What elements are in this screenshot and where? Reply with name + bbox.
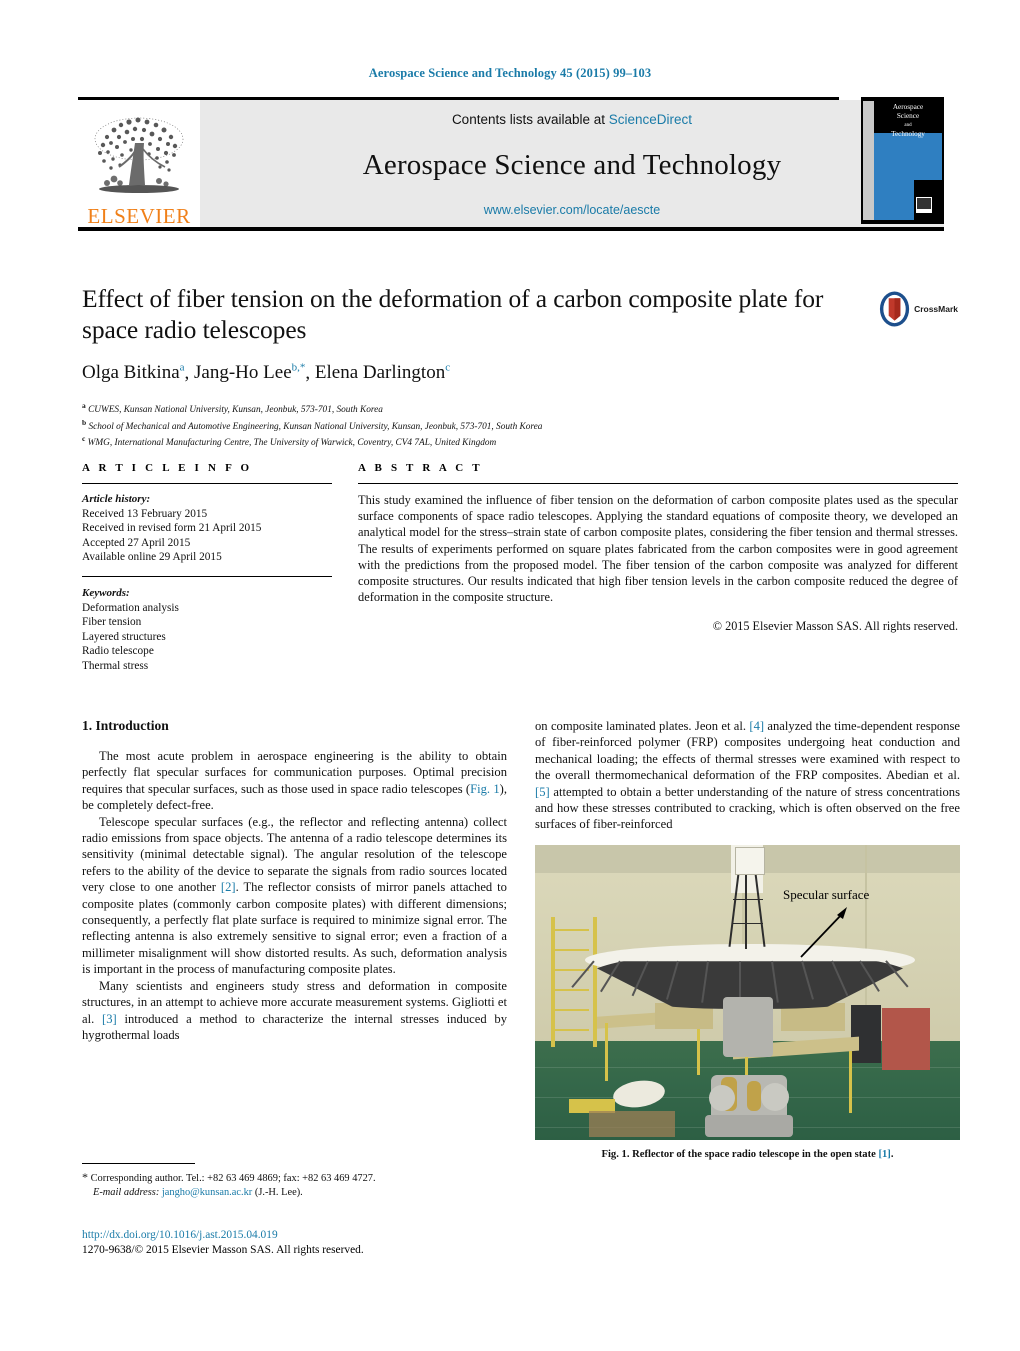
email-link[interactable]: jangho@kunsan.ac.kr xyxy=(162,1187,252,1198)
keyword-item: Layered structures xyxy=(82,630,166,643)
inline-reference-link[interactable]: [3] xyxy=(102,1012,117,1026)
doi-block: http://dx.doi.org/10.1016/j.ast.2015.04.… xyxy=(82,1228,512,1257)
history-item: Received 13 February 2015 xyxy=(82,507,208,520)
keywords-label: Keywords: xyxy=(82,586,130,599)
journal-cover-thumbnail: Aerospace Science and Technology xyxy=(861,97,944,224)
crossmark-icon xyxy=(879,291,910,327)
elsevier-logo: ELSEVIER xyxy=(78,100,200,227)
issn-copyright-line: 1270-9638/© 2015 Elsevier Masson SAS. Al… xyxy=(82,1243,364,1256)
affiliation-list: a CUWES, Kunsan National University, Kun… xyxy=(82,400,872,450)
page-title: Effect of fiber tension on the deformati… xyxy=(82,284,824,344)
body-columns: 1. Introduction The most acute problem i… xyxy=(82,718,960,1160)
body-left-column: 1. Introduction The most acute problem i… xyxy=(82,718,507,1160)
keyword-item: Radio telescope xyxy=(82,645,154,658)
affiliation-b: b School of Mechanical and Automotive En… xyxy=(82,417,543,432)
email-label: E-mail address: xyxy=(93,1186,160,1198)
feed-horn xyxy=(735,846,765,875)
paragraph: The most acute problem in aerospace engi… xyxy=(82,749,507,813)
article-history-block: Article history: Received 13 February 20… xyxy=(82,492,332,565)
footnote-text: * Corresponding author. Tel.: +82 63 469… xyxy=(82,1170,507,1199)
cover-title-line2: Science xyxy=(896,112,920,120)
footnote-line1: Corresponding author. Tel.: +82 63 469 4… xyxy=(90,1173,376,1184)
history-item: Available online 29 April 2015 xyxy=(82,551,222,564)
abstract-text: This study examined the influence of fib… xyxy=(358,493,958,605)
cover-title-line3: and xyxy=(904,123,912,128)
figure-1: Specular surface Fig. 1. Reflector of th… xyxy=(535,844,960,1160)
paragraph: Many scientists and engineers study stre… xyxy=(82,978,507,1042)
figure-annotation-label: Specular surface xyxy=(783,886,870,902)
article-history-label: Article history: xyxy=(82,493,151,505)
body-right-column: on composite laminated plates. Jeon et a… xyxy=(535,718,960,1160)
annotation-arrow-icon xyxy=(800,906,847,958)
abstract-column: A B S T R A C T This study examined the … xyxy=(358,462,958,674)
cover-title-line4: Technology xyxy=(891,130,925,138)
doi-link[interactable]: http://dx.doi.org/10.1016/j.ast.2015.04.… xyxy=(82,1228,512,1243)
elsevier-wordmark: ELSEVIER xyxy=(87,204,191,228)
running-head: Aerospace Science and Technology 45 (201… xyxy=(368,66,652,80)
sciencedirect-link[interactable]: ScienceDirect xyxy=(609,112,692,127)
keyword-item: Fiber tension xyxy=(82,616,142,629)
contents-prefix: Contents lists available at xyxy=(451,112,609,127)
keywords-block: Keywords: Deformation analysis Fiber ten… xyxy=(82,586,332,674)
author-list: Olga Bitkinaa, Jang-Ho Leeb,*, Elena Dar… xyxy=(82,362,451,384)
inline-reference-link[interactable]: Fig. 1 xyxy=(470,782,500,796)
masthead-bottom-rule xyxy=(78,227,944,231)
footnote-rule xyxy=(82,1163,195,1164)
inline-reference-link[interactable]: [4] xyxy=(749,719,764,733)
abstract-copyright: © 2015 Elsevier Masson SAS. All rights r… xyxy=(712,619,958,634)
paper-page: Aerospace Science and Technology 45 (201… xyxy=(0,0,1020,1351)
journal-url-link[interactable]: www.elsevier.com/locate/aescte xyxy=(484,203,660,217)
affiliation-c: c WMG, International Manufacturing Centr… xyxy=(82,434,497,449)
author-3-affil-marker: c xyxy=(445,362,451,374)
crossmark-label: CrossMark xyxy=(914,304,958,314)
info-abstract-region: A R T I C L E I N F O Article history: R… xyxy=(82,462,958,674)
inline-reference-link[interactable]: [5] xyxy=(535,785,550,799)
keyword-item: Thermal stress xyxy=(82,659,149,672)
cover-title-line1: Aerospace xyxy=(892,103,924,111)
abstract-heading: A B S T R A C T xyxy=(358,462,483,474)
journal-title: Aerospace Science and Technology xyxy=(362,148,782,181)
author-3[interactable]: Elena Darlingtonc xyxy=(315,362,450,383)
history-item: Accepted 27 April 2015 xyxy=(82,536,191,549)
article-info-column: A R T I C L E I N F O Article history: R… xyxy=(82,462,332,674)
crossmark-badge[interactable]: CrossMark xyxy=(878,288,958,330)
elsevier-tree-icon xyxy=(94,117,184,193)
journal-band: Contents lists available at ScienceDirec… xyxy=(200,100,944,227)
figure-1-image: Specular surface xyxy=(535,844,960,1140)
paragraph: Telescope specular surfaces (e.g., the r… xyxy=(82,814,507,977)
footnote-star-marker: * xyxy=(82,1170,88,1184)
corresponding-author-footnote: * Corresponding author. Tel.: +82 63 469… xyxy=(82,1163,507,1199)
title-block: Effect of fiber tension on the deformati… xyxy=(82,283,872,450)
email-suffix: (J.-H. Lee). xyxy=(252,1186,303,1198)
keyword-item: Deformation analysis xyxy=(82,601,179,614)
article-info-heading: A R T I C L E I N F O xyxy=(82,462,253,474)
figure-1-caption: Fig. 1. Reflector of the space radio tel… xyxy=(601,1148,894,1160)
inline-reference-link[interactable]: [2] xyxy=(221,880,236,894)
section-heading-introduction: 1. Introduction xyxy=(82,718,169,733)
history-item: Received in revised form 21 April 2015 xyxy=(82,522,262,535)
paragraph: on composite laminated plates. Jeon et a… xyxy=(535,719,960,832)
journal-masthead: ELSEVIER Contents lists available at Sci… xyxy=(78,97,944,231)
author-2[interactable]: Jang-Ho Leeb,* xyxy=(194,362,305,383)
author-1[interactable]: Olga Bitkinaa xyxy=(82,362,185,383)
author-2-affil-marker: b,* xyxy=(291,362,306,374)
contents-available-line: Contents lists available at ScienceDirec… xyxy=(452,112,692,127)
masthead-body: ELSEVIER Contents lists available at Sci… xyxy=(78,97,944,227)
figure-caption-reference[interactable]: [1] xyxy=(878,1149,890,1160)
affiliation-a: a CUWES, Kunsan National University, Kun… xyxy=(82,401,383,416)
